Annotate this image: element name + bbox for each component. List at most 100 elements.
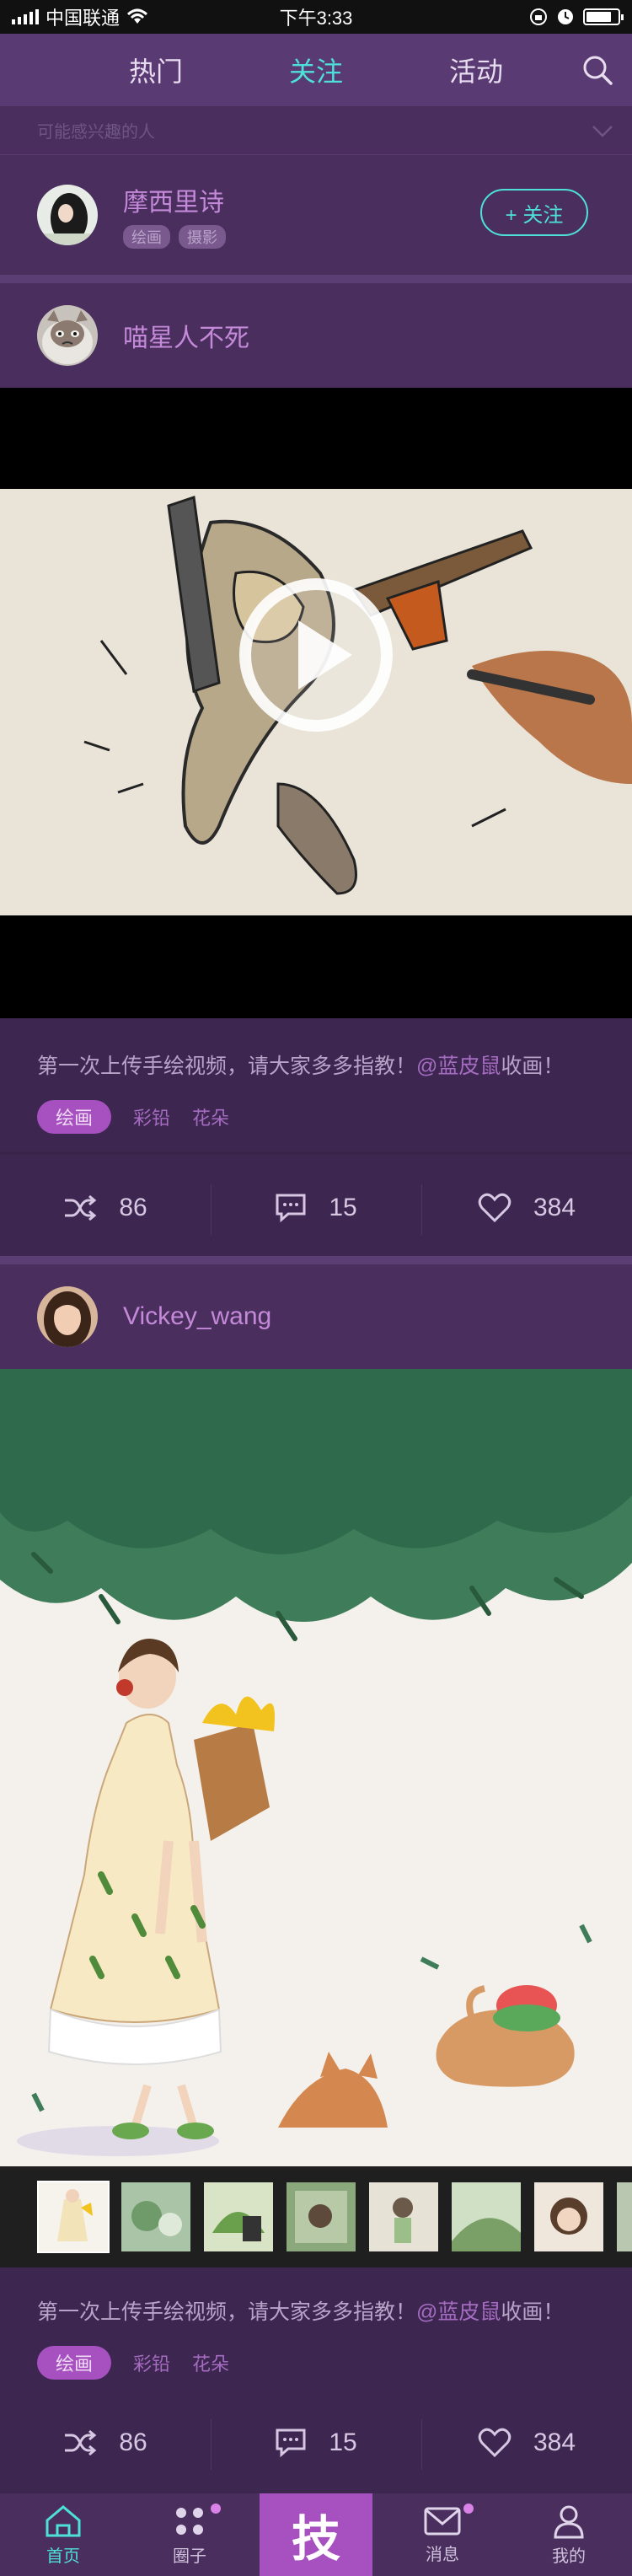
tab-following[interactable]: 关注 xyxy=(236,51,396,89)
post-author[interactable]: Vickey_wang xyxy=(123,1302,271,1331)
notification-dot xyxy=(463,2504,474,2514)
comment-count: 15 xyxy=(329,1194,357,1221)
notification-dot xyxy=(211,2504,221,2514)
status-right xyxy=(529,8,624,26)
avatar[interactable] xyxy=(37,1286,98,1347)
caption-suffix: 收画！ xyxy=(501,2300,565,2324)
user-icon xyxy=(554,2505,584,2538)
signal-icon xyxy=(12,9,39,24)
post-author[interactable]: 喵星人不死 xyxy=(123,317,249,354)
post-tag[interactable]: 绘画 xyxy=(37,1100,112,1134)
status-bar: 中国联通 下午3:33 xyxy=(0,0,632,34)
share-count: 86 xyxy=(119,1194,147,1221)
play-icon[interactable] xyxy=(234,573,398,737)
post-tags: 绘画 彩铅 花朵 xyxy=(37,1100,595,1134)
tab-label: 我的 xyxy=(552,2546,586,2566)
alarm-icon xyxy=(558,9,573,24)
suggestion-header[interactable]: 可能感兴趣的人 xyxy=(0,106,632,155)
thumbnail[interactable] xyxy=(37,2181,110,2253)
like-button[interactable]: 384 xyxy=(421,1184,632,1235)
illustration-image xyxy=(0,1369,632,2166)
suggested-user-card[interactable]: 摩西里诗 绘画 摄影 + 关注 xyxy=(0,155,632,275)
like-count: 384 xyxy=(533,2428,576,2456)
thumbnail[interactable] xyxy=(533,2181,605,2253)
post-actions: 86 15 384 xyxy=(0,1155,632,1261)
tab-label: 消息 xyxy=(426,2545,459,2564)
mention-link[interactable]: @蓝皮鼠 xyxy=(416,1055,501,1078)
heart-icon xyxy=(478,2428,511,2458)
comment-button[interactable]: 15 xyxy=(211,2419,421,2470)
tab-messages[interactable]: 消息 xyxy=(379,2493,506,2576)
tab-label: 首页 xyxy=(46,2546,80,2566)
share-button[interactable]: 86 xyxy=(0,2428,211,2457)
follow-button[interactable]: + 关注 xyxy=(480,189,588,236)
comment-count: 15 xyxy=(329,2428,357,2456)
user-tags: 绘画 摄影 xyxy=(123,225,226,249)
comment-icon xyxy=(276,1194,306,1223)
tab-events[interactable]: 活动 xyxy=(396,51,556,89)
shuffle-icon xyxy=(65,2429,97,2456)
user-tag[interactable]: 绘画 xyxy=(123,225,170,249)
top-nav: 热门 关注 活动 xyxy=(0,34,632,106)
share-count: 86 xyxy=(119,2428,147,2456)
post-header[interactable]: Vickey_wang xyxy=(0,1264,632,1369)
user-name[interactable]: 摩西里诗 xyxy=(123,181,226,218)
share-button[interactable]: 86 xyxy=(0,1194,211,1222)
tab-label: 圈子 xyxy=(173,2546,206,2566)
carrier-label: 中国联通 xyxy=(46,8,121,29)
shuffle-icon xyxy=(65,1194,97,1221)
search-icon[interactable] xyxy=(580,52,615,88)
post-caption: 第一次上传手绘视频，请大家多多指教！@蓝皮鼠收画！ xyxy=(37,1052,595,1081)
user-info: 摩西里诗 绘画 摄影 xyxy=(123,181,226,249)
post-tags: 绘画 彩铅 花朵 xyxy=(37,2346,595,2380)
mail-icon xyxy=(424,2507,461,2535)
thumbnail[interactable] xyxy=(615,2181,632,2253)
tab-profile[interactable]: 我的 xyxy=(506,2493,632,2576)
chevron-down-icon[interactable] xyxy=(590,120,615,142)
status-left: 中国联通 xyxy=(12,3,148,30)
thumbnail[interactable] xyxy=(202,2181,275,2253)
center-skill-button[interactable]: 技 xyxy=(260,2493,372,2576)
post-actions: 86 15 384 xyxy=(0,2392,632,2493)
like-button[interactable]: 384 xyxy=(421,2419,632,2470)
suggestion-title: 可能感兴趣的人 xyxy=(37,123,155,142)
post-tag[interactable]: 花朵 xyxy=(192,2349,229,2376)
avatar[interactable] xyxy=(37,185,98,245)
caption-text: 第一次上传手绘视频，请大家多多指教！ xyxy=(37,1055,417,1078)
home-icon xyxy=(46,2504,81,2536)
thumbnail[interactable] xyxy=(120,2181,192,2253)
post-tag[interactable]: 绘画 xyxy=(37,2346,112,2380)
tab-circles[interactable]: 圈子 xyxy=(126,2493,253,2576)
post-tag[interactable]: 花朵 xyxy=(192,1103,229,1130)
post-tag[interactable]: 彩铅 xyxy=(133,1103,170,1130)
user-tag[interactable]: 摄影 xyxy=(179,225,226,249)
wifi-icon xyxy=(127,8,148,24)
bottom-tab-bar: 首页 圈子 技 消息 我的 xyxy=(0,2493,632,2576)
post-body: 第一次上传手绘视频，请大家多多指教！@蓝皮鼠收画！ 绘画 彩铅 花朵 xyxy=(0,1018,632,1151)
post-body: 第一次上传手绘视频，请大家多多指教！@蓝皮鼠收画！ 绘画 彩铅 花朵 xyxy=(0,2267,632,2392)
comment-icon xyxy=(276,2428,306,2458)
circles-icon xyxy=(176,2507,203,2535)
post-header[interactable]: 喵星人不死 xyxy=(0,283,632,388)
thumbnail[interactable] xyxy=(367,2181,440,2253)
thumbnail[interactable] xyxy=(285,2181,357,2253)
like-count: 384 xyxy=(533,1194,576,1221)
thumbnail[interactable] xyxy=(450,2181,522,2253)
post-caption: 第一次上传手绘视频，请大家多多指教！@蓝皮鼠收画！ xyxy=(37,2298,595,2327)
battery-icon xyxy=(583,8,624,25)
caption-suffix: 收画！ xyxy=(501,1055,565,1078)
video-player[interactable] xyxy=(0,388,632,1018)
rotation-lock-icon xyxy=(530,8,547,25)
divider xyxy=(0,275,632,283)
tab-hot[interactable]: 热门 xyxy=(76,51,236,89)
heart-icon xyxy=(478,1193,511,1223)
post-image[interactable] xyxy=(0,1369,632,2166)
tab-home[interactable]: 首页 xyxy=(0,2493,126,2576)
avatar[interactable] xyxy=(37,305,98,366)
caption-text: 第一次上传手绘视频，请大家多多指教！ xyxy=(37,2300,417,2324)
divider xyxy=(0,1256,632,1264)
mention-link[interactable]: @蓝皮鼠 xyxy=(416,2300,501,2324)
thumbnail-strip[interactable] xyxy=(0,2166,632,2267)
post-tag[interactable]: 彩铅 xyxy=(133,2349,170,2376)
comment-button[interactable]: 15 xyxy=(211,1184,421,1235)
